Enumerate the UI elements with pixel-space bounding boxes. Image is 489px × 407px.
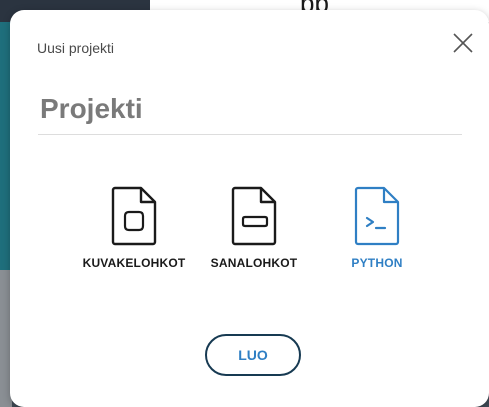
project-name-input[interactable] bbox=[38, 84, 462, 135]
project-type-label: KUVAKELOHKOT bbox=[82, 256, 186, 270]
picture-blocks-file-icon bbox=[111, 186, 157, 246]
close-button[interactable] bbox=[448, 28, 478, 58]
create-button[interactable]: LUO bbox=[205, 334, 301, 376]
project-type-label: PYTHON bbox=[351, 256, 403, 270]
project-type-python[interactable]: PYTHON bbox=[312, 186, 442, 270]
project-type-picture-blocks[interactable]: KUVAKELOHKOT bbox=[69, 186, 199, 270]
new-project-dialog: Uusi projekti KUVAKELOHKOT SANALOHKOT bbox=[10, 10, 489, 407]
project-type-label: SANALOHKOT bbox=[210, 256, 298, 270]
dialog-subtitle: Uusi projekti bbox=[37, 40, 115, 56]
python-terminal-file-icon bbox=[354, 186, 400, 246]
project-type-word-blocks[interactable]: SANALOHKOT bbox=[189, 186, 319, 270]
close-icon bbox=[453, 33, 473, 53]
word-blocks-file-icon bbox=[231, 186, 277, 246]
